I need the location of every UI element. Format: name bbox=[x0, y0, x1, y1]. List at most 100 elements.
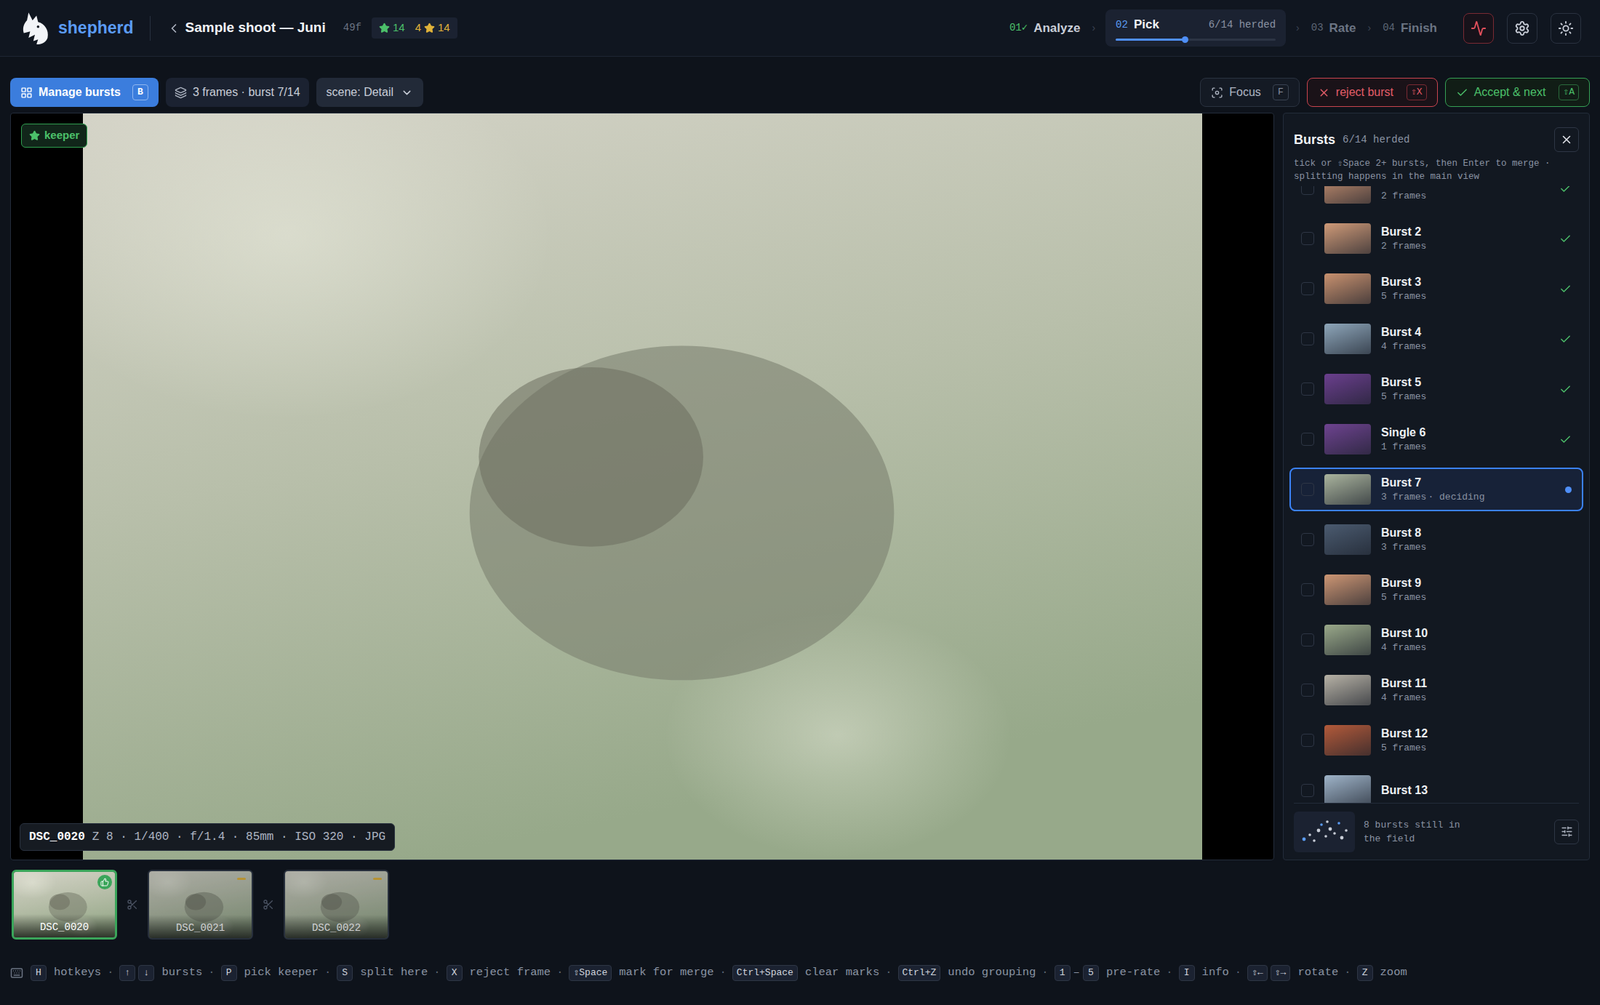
hotkey-item: ⇧←⇧→rotate bbox=[1247, 964, 1339, 982]
step-separator: › bbox=[1367, 20, 1371, 36]
done-check-icon bbox=[1559, 232, 1572, 246]
scatter-icon bbox=[1296, 814, 1352, 850]
burst-row[interactable]: Burst 83 frames bbox=[1289, 517, 1584, 562]
activity-button[interactable] bbox=[1463, 13, 1494, 44]
rating-star-icon bbox=[424, 22, 435, 34]
close-panel-button[interactable] bbox=[1554, 127, 1579, 152]
focus-button[interactable]: FocusF bbox=[1200, 77, 1300, 107]
burst-checkbox[interactable] bbox=[1301, 633, 1315, 647]
sun-icon bbox=[1557, 20, 1574, 37]
hotkey-item: Ctrl+Zundo grouping bbox=[898, 964, 1037, 982]
keeper-badge: keeper bbox=[21, 123, 88, 148]
settings-button[interactable] bbox=[1506, 13, 1538, 44]
key-hint: ⇧X bbox=[1406, 84, 1427, 101]
burst-checkbox[interactable] bbox=[1301, 583, 1315, 597]
film-frame[interactable]: DSC_0020 bbox=[11, 869, 118, 940]
back-chevron-icon bbox=[166, 21, 182, 36]
done-check-icon bbox=[1559, 333, 1572, 346]
burst-row[interactable]: Single 61 frames bbox=[1289, 417, 1584, 462]
burst-checkbox[interactable] bbox=[1301, 382, 1315, 396]
burst-checkbox[interactable] bbox=[1301, 733, 1315, 747]
reject-burst-button[interactable]: reject burst⇧X bbox=[1306, 77, 1438, 107]
burst-checkbox[interactable] bbox=[1301, 232, 1315, 246]
undecided-mark bbox=[373, 877, 382, 880]
step-progress-fill bbox=[1115, 38, 1185, 41]
layers-icon bbox=[174, 86, 187, 99]
focus-icon bbox=[1210, 86, 1224, 99]
burst-row[interactable]: Burst 104 frames bbox=[1289, 618, 1584, 662]
burst-row[interactable]: Burst 95 frames bbox=[1289, 568, 1584, 612]
key-hint: 5 bbox=[1082, 965, 1099, 982]
burst-checkbox[interactable] bbox=[1301, 784, 1315, 798]
film-frame[interactable]: DSC_0021 bbox=[147, 869, 254, 940]
filmstrip: DSC_0020 DSC_0021 DSC_0022 bbox=[0, 869, 1600, 941]
brand[interactable]: shepherd bbox=[18, 10, 134, 46]
chevron-down-icon bbox=[400, 86, 414, 99]
burst-row[interactable]: Burst 22 frames bbox=[1289, 216, 1584, 261]
main-viewer: keeper DSC_0020Z 8 · 1/400 · f/1.4 · 85mm… bbox=[10, 112, 1275, 861]
x-icon bbox=[1317, 86, 1331, 99]
frame-label: DSC_0022 bbox=[285, 914, 388, 939]
check-icon bbox=[1456, 86, 1469, 99]
burst-checkbox[interactable] bbox=[1301, 332, 1315, 346]
burst-info-chip: 3 frames · burst 7/14 bbox=[165, 77, 310, 107]
frame-label: DSC_0021 bbox=[149, 914, 252, 939]
step-separator: › bbox=[1296, 20, 1300, 36]
burst-checkbox[interactable] bbox=[1301, 533, 1315, 547]
step-tab[interactable]: 04Finish bbox=[1381, 14, 1439, 43]
key-hint: S bbox=[336, 965, 353, 982]
key-hint: B bbox=[132, 84, 149, 101]
scene-select[interactable]: scene: Detail bbox=[316, 77, 424, 107]
burst-checkbox[interactable] bbox=[1301, 282, 1315, 296]
hotkey-item: Iinfo bbox=[1178, 964, 1230, 982]
burst-checkbox[interactable] bbox=[1301, 683, 1315, 697]
exif-bar: DSC_0020Z 8 · 1/400 · f/1.4 · 85mm · ISO… bbox=[19, 823, 395, 851]
step-tab[interactable]: 01✓Analyze bbox=[1008, 14, 1083, 43]
step-separator: › bbox=[1091, 20, 1096, 36]
burst-row[interactable]: Burst 125 frames bbox=[1289, 718, 1584, 763]
panel-hint: tick or ⇧Space 2+ bursts, then Enter to … bbox=[1293, 157, 1579, 184]
hotkey-item: ↑↓bursts bbox=[119, 964, 203, 982]
burst-thumbnail bbox=[1324, 223, 1371, 254]
step-progress-dot bbox=[1181, 36, 1189, 43]
burst-thumbnail bbox=[1324, 424, 1371, 455]
burst-row[interactable]: Burst 44 frames bbox=[1289, 317, 1584, 361]
burst-thumbnail bbox=[1324, 373, 1371, 405]
accept-next-button[interactable]: Accept & next⇧A bbox=[1445, 77, 1590, 107]
key-hint: ⇧A bbox=[1558, 84, 1579, 101]
split-scissors-icon[interactable] bbox=[262, 898, 275, 911]
burst-thumbnail bbox=[1324, 674, 1371, 706]
step-tab[interactable]: 02Pick6/14 herded bbox=[1105, 9, 1286, 47]
theme-button[interactable] bbox=[1550, 13, 1582, 44]
burst-checkbox[interactable] bbox=[1301, 482, 1315, 496]
burst-list: 2 frames Burst 22 frames Burst 35 frames Bu… bbox=[1283, 186, 1590, 803]
burst-checkbox[interactable] bbox=[1301, 186, 1315, 195]
keyboard-icon bbox=[10, 966, 24, 980]
burst-row[interactable]: Burst 13 bbox=[1289, 768, 1584, 803]
burst-row[interactable]: 2 frames bbox=[1289, 186, 1584, 211]
frame-label: DSC_0020 bbox=[13, 914, 115, 938]
burst-thumbnail bbox=[1324, 186, 1371, 204]
burst-row[interactable]: Burst 114 frames bbox=[1289, 668, 1584, 712]
keeper-mark bbox=[97, 874, 112, 890]
photo[interactable] bbox=[82, 113, 1203, 860]
key-hint: 1 bbox=[1054, 965, 1071, 982]
burst-thumbnail bbox=[1324, 574, 1371, 606]
project-back[interactable]: Sample shoot — Juni bbox=[166, 17, 326, 39]
filter-button[interactable] bbox=[1554, 819, 1579, 845]
film-frame[interactable]: DSC_0022 bbox=[283, 869, 390, 940]
burst-row[interactable]: Burst 73 frames· deciding bbox=[1289, 467, 1584, 512]
burst-row[interactable]: Burst 55 frames bbox=[1289, 367, 1584, 411]
wolf-logo-icon bbox=[18, 10, 51, 46]
manage-bursts-button[interactable]: Manage burstsB bbox=[10, 77, 159, 107]
grid-icon bbox=[20, 86, 33, 99]
burst-row[interactable]: Burst 35 frames bbox=[1289, 266, 1584, 311]
app: shepherdSample shoot — Juni49f1441401✓An… bbox=[0, 0, 1600, 1005]
pulse-icon bbox=[1470, 20, 1487, 37]
burst-checkbox[interactable] bbox=[1301, 432, 1315, 446]
split-scissors-icon[interactable] bbox=[126, 898, 139, 911]
done-check-icon bbox=[1559, 282, 1572, 296]
hotkey-item: Ctrl+Spaceclear marks bbox=[732, 964, 880, 982]
keeper-star-icon bbox=[378, 22, 390, 34]
step-tab[interactable]: 03Rate bbox=[1309, 14, 1358, 43]
